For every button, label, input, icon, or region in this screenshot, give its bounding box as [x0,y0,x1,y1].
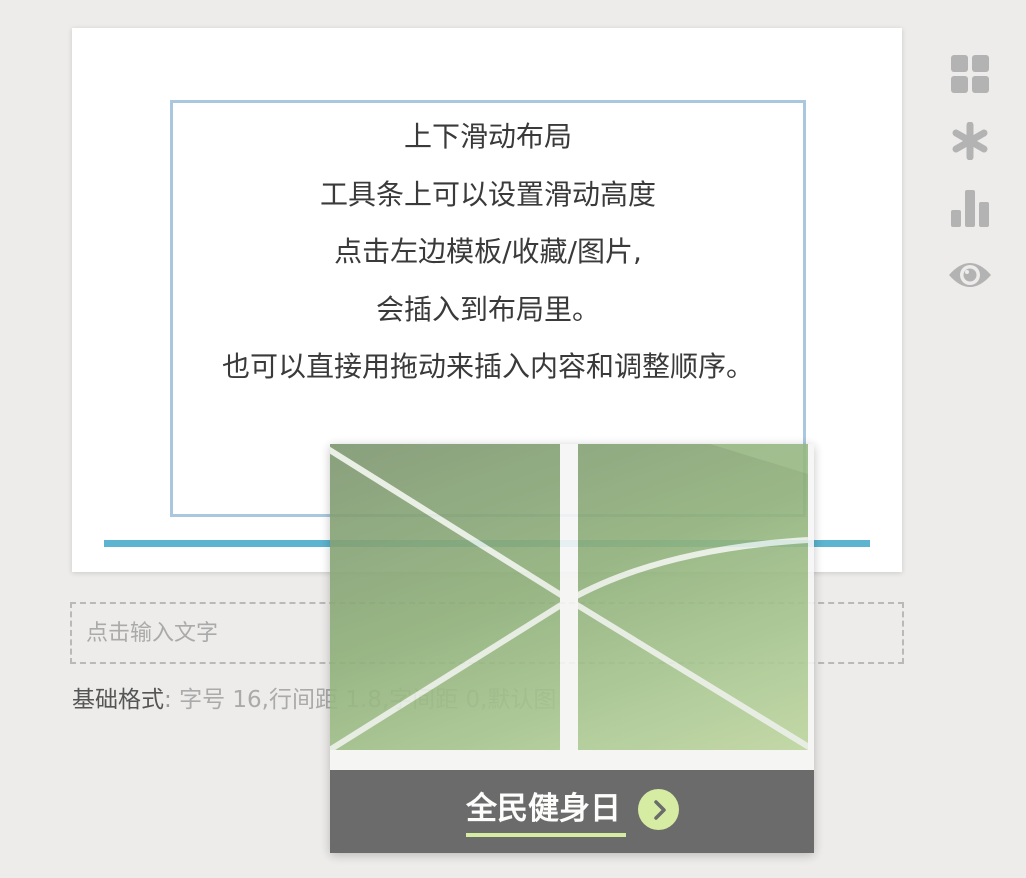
bar-chart-icon[interactable] [940,174,1000,241]
preview-banner: 全民健身日 [330,770,814,853]
slide-text-line: 点击左边模板/收藏/图片, [334,235,642,268]
slide-text-line: 上下滑动布局 [403,120,572,153]
dragged-template-preview[interactable]: 全民健身日 [330,444,814,853]
grid-icon[interactable] [940,40,1000,107]
format-label: 基础格式 [72,687,164,713]
image-divider [560,444,578,750]
banner-underline [466,833,626,837]
side-toolbar [940,40,1000,308]
chevron-right-icon[interactable] [638,789,679,830]
slide-text-line: 会插入到布局里。 [375,292,600,326]
slide-text-line: 也可以直接用拖动来插入内容和调整顺序。 [221,350,754,383]
sports-field-image [330,444,814,770]
format-separator: : [164,687,172,713]
turf-photo [330,444,808,750]
slide-text-block: 上下滑动布局 工具条上可以设置滑动高度 点击左边模板/收藏/图片, 会插入到布局… [173,117,803,405]
eye-icon[interactable] [940,241,1000,308]
banner-title: 全民健身日 [466,791,621,827]
slide-text-line: 工具条上可以设置滑动高度 [319,177,656,211]
asterisk-icon[interactable] [940,107,1000,174]
